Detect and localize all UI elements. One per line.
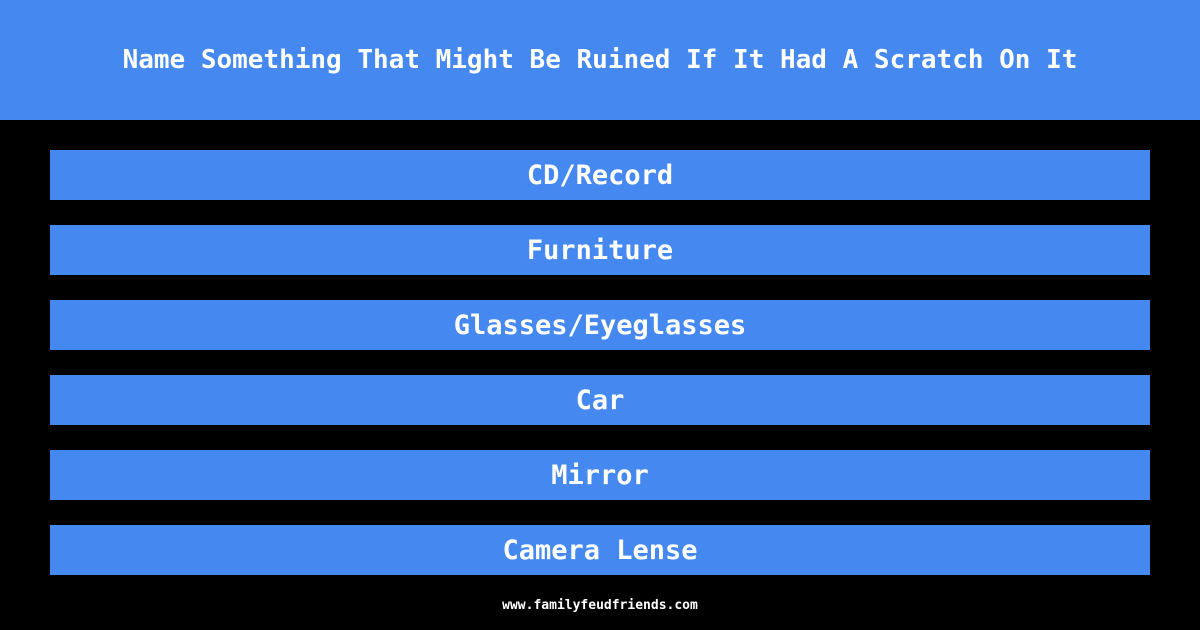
answer-item: CD/Record [50, 150, 1150, 200]
answer-item: Mirror [50, 450, 1150, 500]
site-url: www.familyfeudfriends.com [502, 598, 698, 613]
answer-item: Camera Lense [50, 525, 1150, 575]
answer-item: Furniture [50, 225, 1150, 275]
question-header: Name Something That Might Be Ruined If I… [0, 0, 1200, 120]
answer-list: CD/Record Furniture Glasses/Eyeglasses C… [50, 150, 1150, 600]
answer-item: Car [50, 375, 1150, 425]
question-title: Name Something That Might Be Ruined If I… [122, 45, 1078, 75]
answer-item: Glasses/Eyeglasses [50, 300, 1150, 350]
